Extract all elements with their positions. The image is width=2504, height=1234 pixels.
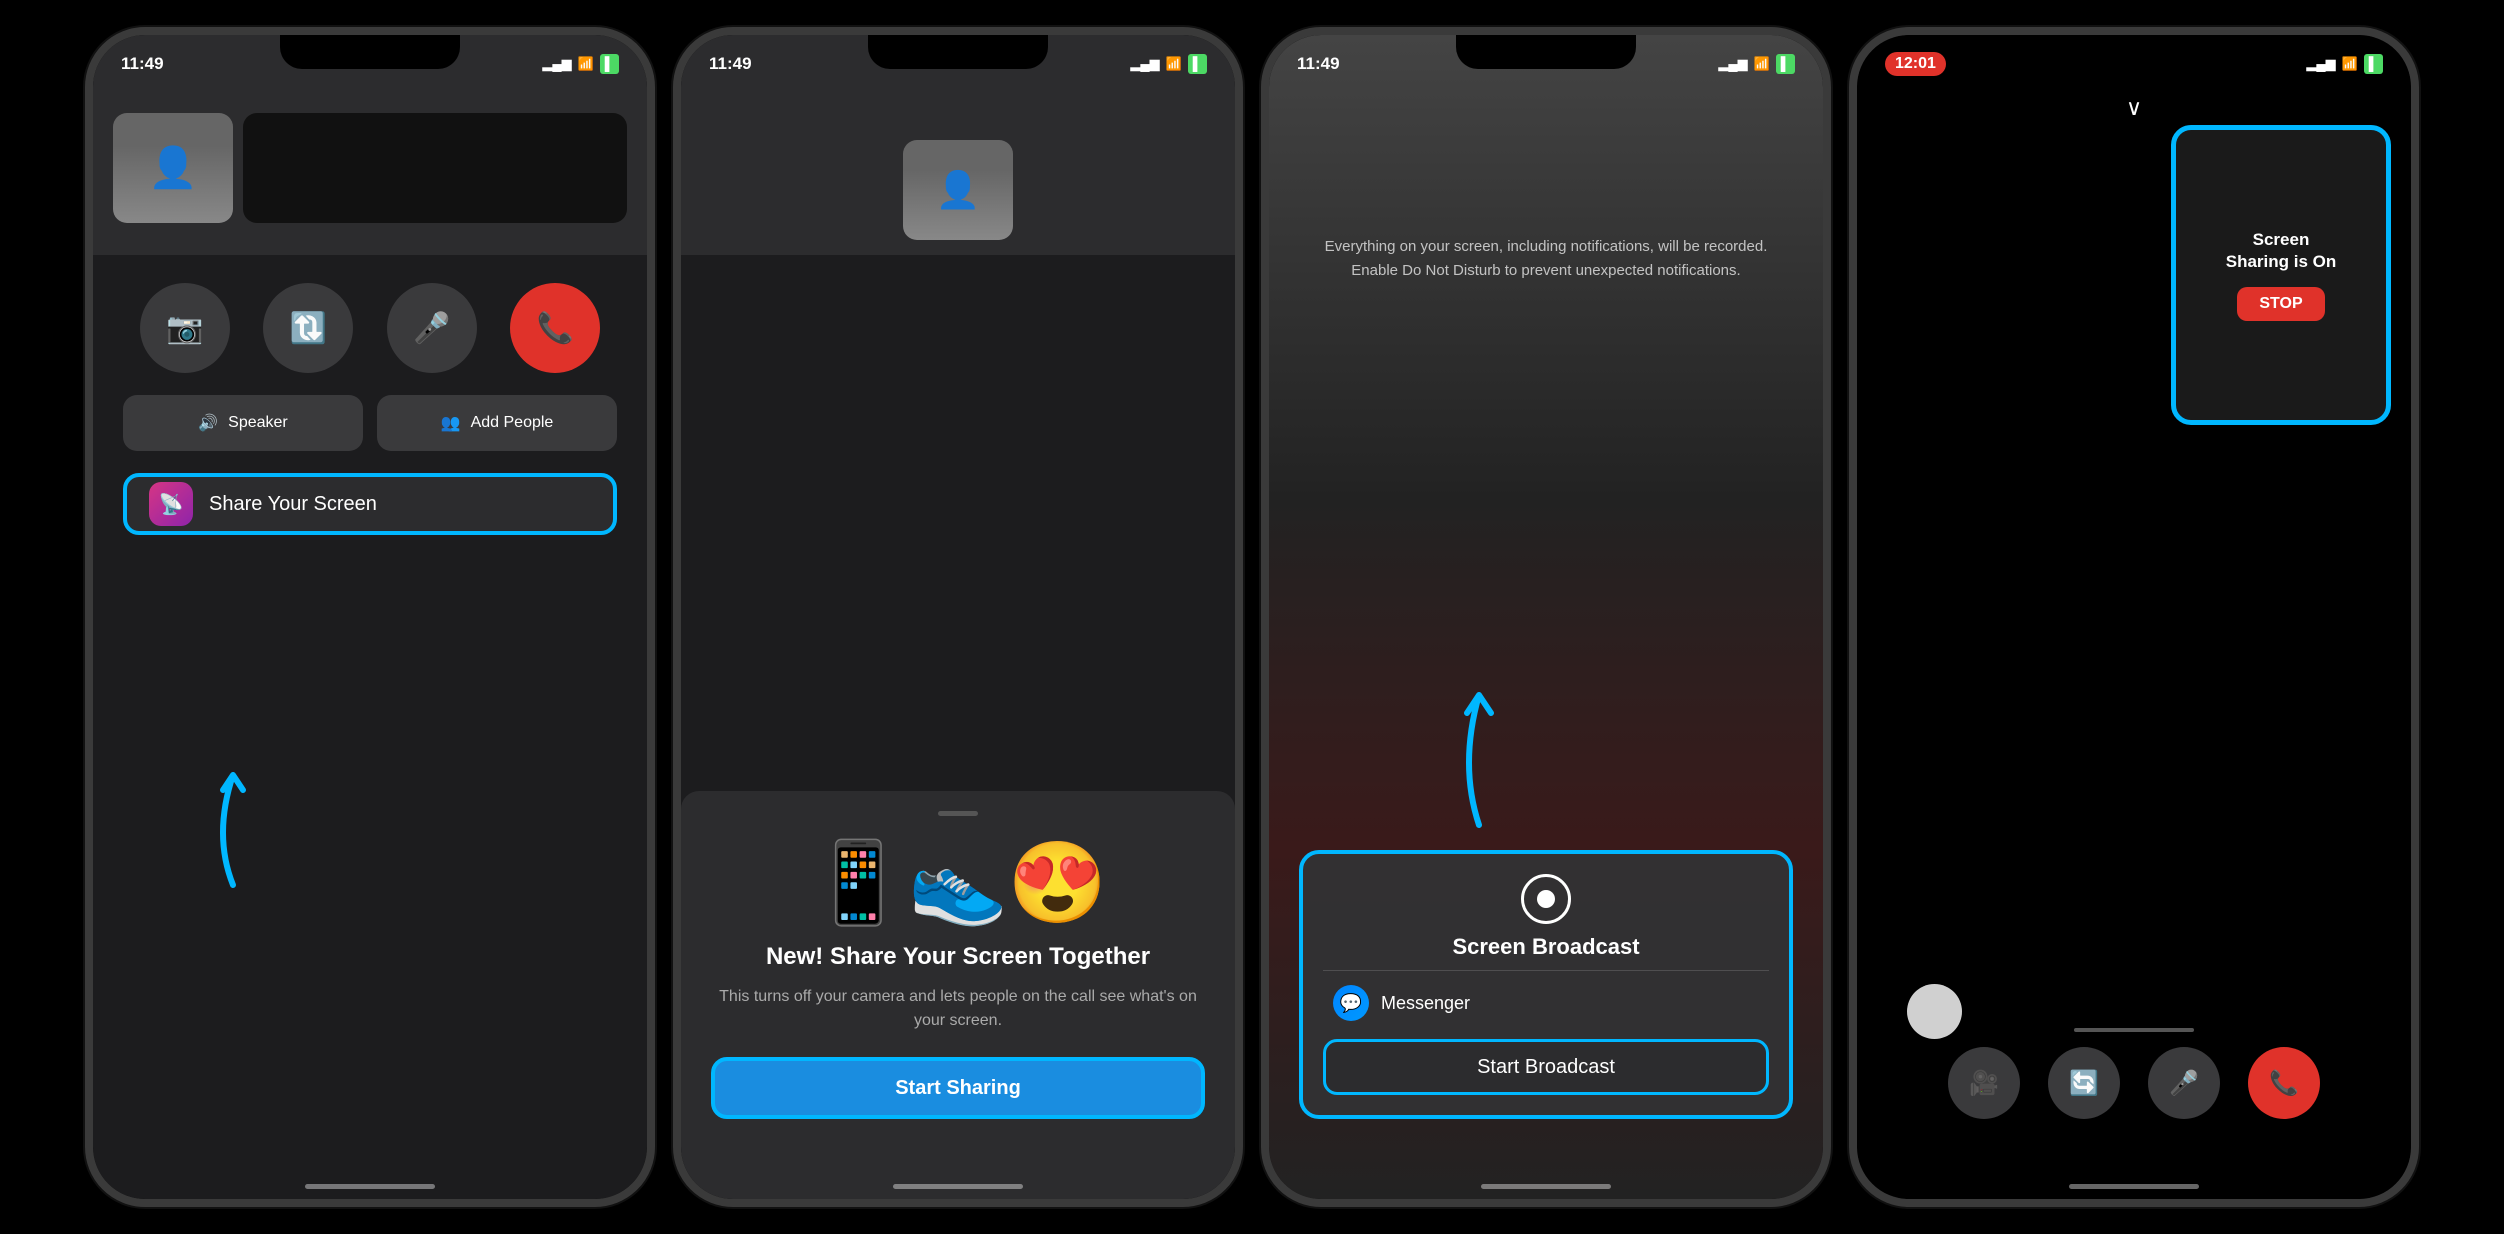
sheet-handle [938, 811, 978, 816]
end-call-btn-4[interactable]: 📞 [2248, 1047, 2320, 1119]
signal-icon-2: ▂▄▆ [1130, 56, 1159, 72]
phone-2: 11:49 ▂▄▆ 📶 ▌ 👤 [673, 27, 1243, 1207]
messenger-icon: 💬 [1333, 985, 1369, 1021]
sheet-subtitle: This turns off your camera and lets peop… [711, 985, 1205, 1033]
share-sheet: 📱👟😍 New! Share Your Screen Together This… [681, 791, 1235, 1199]
speaker-label: Speaker [228, 414, 288, 432]
flip-camera-button[interactable]: 🔃 [263, 283, 353, 373]
avatar-face: 👤 [113, 113, 233, 223]
flip-icon: 🔃 [290, 311, 327, 346]
avatar-thumb-2: 👤 [903, 140, 1013, 240]
call-controls: 📷 🔃 🎤 📞 🔊 [93, 255, 647, 555]
add-people-icon: 👥 [441, 413, 461, 433]
status-icons-1: ▂▄▆ 📶 ▌ [542, 54, 619, 74]
start-broadcast-label: Start Broadcast [1477, 1056, 1615, 1079]
add-people-button[interactable]: 👥 Add People [377, 395, 617, 451]
video-button[interactable]: 📷 [140, 283, 230, 373]
phone-3: 11:49 ▂▄▆ 📶 ▌ Everything on your screen,… [1261, 27, 1831, 1207]
arrow-3 [1409, 635, 1549, 835]
notch-2 [868, 35, 1048, 69]
notch-1 [280, 35, 460, 69]
share-screen-icon: 📡 [149, 482, 193, 526]
screen-sharing-box: ScreenSharing is On STOP [2171, 125, 2391, 425]
flip-icon-4: 🔄 [2069, 1069, 2099, 1098]
signal-icon-4: ▂▄▆ [2306, 56, 2335, 72]
notch-3 [1456, 35, 1636, 69]
chevron-down: ∨ [2126, 95, 2142, 121]
share-screen-label: Share Your Screen [209, 493, 377, 516]
broadcast-warning: Everything on your screen, including not… [1269, 235, 1823, 283]
broadcast-sheet: Screen Broadcast 💬 Messenger Start Broad… [1299, 850, 1793, 1119]
time-3: 11:49 [1297, 54, 1340, 74]
video-icon: 📷 [166, 311, 203, 346]
home-indicator-4 [2069, 1184, 2199, 1189]
end-call-button[interactable]: 📞 [510, 283, 600, 373]
add-people-label: Add People [471, 414, 554, 432]
broadcast-title: Screen Broadcast [1452, 934, 1639, 960]
self-video-thumb: 👤 [113, 113, 233, 223]
status-icons-2: ▂▄▆ 📶 ▌ [1130, 54, 1207, 74]
signal-icon-3: ▂▄▆ [1718, 56, 1747, 72]
wifi-icon-3: 📶 [1754, 56, 1770, 72]
mic-btn-4[interactable]: 🎤 [2148, 1047, 2220, 1119]
start-sharing-button[interactable]: Start Sharing [711, 1057, 1205, 1119]
time-2: 11:49 [709, 54, 752, 74]
video-off-icon: 🎥 [1969, 1069, 1999, 1098]
wifi-icon-4: 📶 [2342, 56, 2358, 72]
phone-4: 12:01 ▂▄▆ 📶 ▌ ∨ ScreenSharing is On STOP [1849, 27, 2419, 1207]
status-icons-3: ▂▄▆ 📶 ▌ [1718, 54, 1795, 74]
start-sharing-label: Start Sharing [895, 1077, 1021, 1100]
home-indicator-1 [305, 1184, 435, 1189]
mute-button[interactable]: 🎤 [387, 283, 477, 373]
home-indicator-2 [893, 1184, 1023, 1189]
battery-icon-2: ▌ [1188, 54, 1207, 74]
battery-icon-4: ▌ [2364, 54, 2383, 74]
bottom-divider [2074, 1028, 2194, 1032]
home-indicator-3 [1481, 1184, 1611, 1189]
flip-btn-4[interactable]: 🔄 [2048, 1047, 2120, 1119]
controls-row-1: 📷 🔃 🎤 📞 [123, 283, 617, 373]
battery-icon: ▌ [600, 54, 619, 74]
end-icon-4: 📞 [2269, 1069, 2299, 1098]
video-btn-4[interactable]: 🎥 [1948, 1047, 2020, 1119]
time-1: 11:49 [121, 54, 164, 74]
start-broadcast-button[interactable]: Start Broadcast [1323, 1039, 1769, 1095]
arrow-1 [173, 715, 293, 895]
wifi-icon-2: 📶 [1166, 56, 1182, 72]
record-icon [1521, 874, 1571, 924]
bottom-buttons: 🎥 🔄 🎤 📞 [1948, 1047, 2320, 1119]
phone-1: 11:49 ▂▄▆ 📶 ▌ 👤 [85, 27, 655, 1207]
time-4: 12:01 [1885, 52, 1946, 76]
speaker-button[interactable]: 🔊 Speaker [123, 395, 363, 451]
remote-video-area [243, 113, 627, 223]
share-screen-button[interactable]: 📡 Share Your Screen [123, 473, 617, 535]
bottom-bar-4: 🎥 🔄 🎤 📞 [1857, 1028, 2411, 1119]
end-call-icon: 📞 [537, 311, 574, 346]
stop-button[interactable]: STOP [2237, 287, 2324, 321]
mic-icon-4: 🎤 [2169, 1069, 2199, 1098]
messenger-label: Messenger [1381, 993, 1470, 1014]
wifi-icon: 📶 [578, 56, 594, 72]
sheet-illustration: 📱👟😍 [809, 844, 1108, 924]
speaker-icon: 🔊 [198, 413, 218, 433]
phones-container: 11:49 ▂▄▆ 📶 ▌ 👤 [0, 0, 2504, 1234]
notch-4 [2044, 35, 2224, 69]
sheet-title: New! Share Your Screen Together [766, 943, 1150, 971]
status-icons-4: ▂▄▆ 📶 ▌ [2306, 54, 2383, 74]
battery-icon-3: ▌ [1776, 54, 1795, 74]
divider-1 [1323, 970, 1769, 971]
signal-icon: ▂▄▆ [542, 56, 571, 72]
messenger-row: 💬 Messenger [1323, 981, 1769, 1025]
screen-sharing-text: ScreenSharing is On [2226, 229, 2337, 273]
controls-row-2: 🔊 Speaker 👥 Add People [123, 395, 617, 451]
mute-icon: 🎤 [413, 311, 450, 346]
